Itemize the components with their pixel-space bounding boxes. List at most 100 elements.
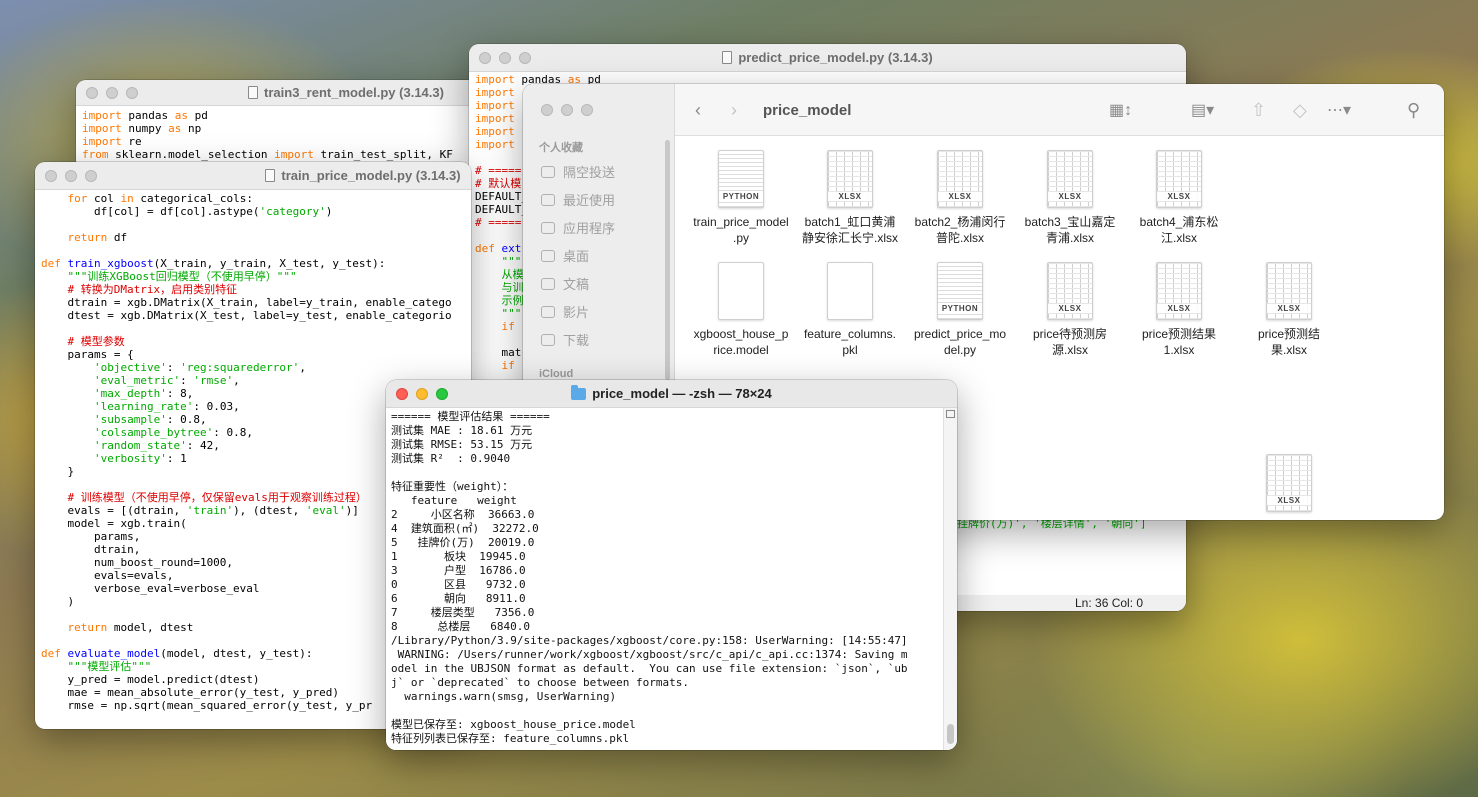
file-item[interactable]: XLSX price预测结 果.xlsx <box>1234 262 1344 358</box>
minimize-button[interactable] <box>65 169 77 182</box>
zoom-button[interactable] <box>85 169 97 182</box>
code-token: model, dtest <box>107 621 194 634</box>
group-icon[interactable]: ▤▾ <box>1191 84 1214 136</box>
code-token: : 8, <box>166 387 194 400</box>
close-button[interactable] <box>479 51 491 64</box>
file-item[interactable]: PYTHON predict_price_mo del.py <box>905 262 1015 358</box>
code-token: ext <box>501 242 522 255</box>
forward-icon[interactable]: › <box>731 84 737 136</box>
sidebar-item[interactable]: 桌面 <box>541 246 589 265</box>
file-item[interactable]: xgboost_house_p rice.model <box>686 262 796 358</box>
close-button[interactable] <box>86 86 98 99</box>
file-item[interactable]: XLSX batch3_宝山嘉定 青浦.xlsx <box>1015 150 1125 246</box>
share-icon[interactable]: ⇧ <box>1251 84 1266 136</box>
close-button[interactable] <box>541 104 553 116</box>
predict-editor-titlebar[interactable]: predict_price_model.py (3.14.3) <box>469 44 1186 72</box>
rent-editor-window[interactable]: train3_rent_model.py (3.14.3) import pan… <box>76 80 496 170</box>
code-token: 示例 <box>501 294 524 307</box>
rent-editor-titlebar[interactable]: train3_rent_model.py (3.14.3) <box>76 80 496 106</box>
code-token: , <box>299 361 306 374</box>
file-name: xgboost_house_p rice.model <box>693 327 789 357</box>
code-token: import <box>82 109 122 122</box>
minimize-button[interactable] <box>561 104 573 116</box>
file-item[interactable]: XLSX price预测结果 1.xlsx <box>1124 262 1234 358</box>
sidebar-item[interactable]: 影片 <box>541 302 589 321</box>
spreadsheet-file-icon: XLSX <box>1156 262 1202 320</box>
terminal-scrollbar[interactable] <box>943 408 957 750</box>
more-icon[interactable]: ⋯▾ <box>1327 84 1351 136</box>
terminal-title-text: price_model — -zsh — 78×24 <box>592 386 772 401</box>
close-button[interactable] <box>45 169 57 182</box>
code-token: } <box>41 465 75 478</box>
back-icon[interactable]: ‹ <box>695 84 701 136</box>
minimize-button[interactable] <box>499 51 511 64</box>
code-token: 'category' <box>259 205 326 218</box>
file-type-tag: XLSX <box>1267 496 1311 505</box>
minimize-button[interactable] <box>416 387 428 400</box>
file-item[interactable]: XLSX batch2_杨浦闵行 普陀.xlsx <box>905 150 1015 246</box>
price-editor-title-text: train_price_model.py (3.14.3) <box>281 168 461 183</box>
file-item[interactable]: XLSX batch1_虹口黄浦 静安徐汇长宁.xlsx <box>795 150 905 246</box>
tag-icon[interactable]: ◇ <box>1293 84 1307 136</box>
zoom-button[interactable] <box>581 104 593 116</box>
file-item[interactable]: XLSX price待预测房 源.xlsx <box>1015 262 1125 358</box>
sidebar-item[interactable]: 下载 <box>541 330 589 349</box>
sidebar-item[interactable]: 最近使用 <box>541 190 615 209</box>
scroll-thumb[interactable] <box>947 724 954 744</box>
rent-editor-code[interactable]: import pandas as pd import numpy as np imp… <box>76 109 496 170</box>
zoom-button[interactable] <box>519 51 531 64</box>
terminal-window[interactable]: price_model — -zsh — 78×24 ====== 模型评估结果… <box>386 380 957 750</box>
view-grid-icon[interactable]: ▦↕ <box>1109 84 1132 136</box>
zoom-button[interactable] <box>436 387 448 400</box>
code-token: 'eval' <box>305 504 346 517</box>
code-token: 'learning_rate' <box>93 400 194 413</box>
file-name: batch3_宝山嘉定 青浦.xlsx <box>1024 215 1116 245</box>
close-button[interactable] <box>396 387 408 400</box>
sidebar-item[interactable]: 隔空投送 <box>541 162 615 181</box>
terminal-output[interactable]: ====== 模型评估结果 ====== 测试集 MAE : 18.61 万元 … <box>386 408 943 750</box>
sidebar-item[interactable]: 文稿 <box>541 274 589 293</box>
sidebar-scrollbar[interactable] <box>665 140 670 380</box>
spreadsheet-file-icon: XLSX <box>1047 262 1093 320</box>
code-token: ) <box>41 595 75 608</box>
sidebar-heading-icloud: iCloud <box>539 368 574 380</box>
file-item[interactable]: feature_columns. pkl <box>795 262 905 358</box>
code-token: def <box>41 257 61 270</box>
window-title: train3_rent_model.py (3.14.3) <box>248 85 444 100</box>
file-item[interactable]: PYTHON train_price_model .py <box>686 150 796 246</box>
sidebar-item-label: 下载 <box>563 333 590 348</box>
code-token: categorical_cols: <box>133 192 253 205</box>
code-token: # 转换为DMatrix，启用类别特征 <box>67 283 238 296</box>
sidebar-item-icon <box>541 221 555 234</box>
file-item[interactable]: XLSX batch4_浦东松 江.xlsx <box>1124 150 1234 246</box>
sidebar-item[interactable]: 应用程序 <box>541 218 615 237</box>
code-token: import <box>475 125 515 138</box>
sidebar-item-label: 隔空投送 <box>563 165 616 180</box>
zoom-button[interactable] <box>126 86 138 99</box>
code-token: 'colsample_bytree' <box>93 426 214 439</box>
code-token: def <box>41 647 61 660</box>
terminal-titlebar[interactable]: price_model — -zsh — 78×24 <box>386 380 957 408</box>
search-icon[interactable]: ⚲ <box>1407 84 1420 136</box>
window-controls <box>541 104 593 116</box>
price-editor-titlebar[interactable]: train_price_model.py (3.14.3) <box>35 162 471 190</box>
code-token: DEFAULT_ <box>475 190 528 203</box>
code-line: import numpy as np <box>82 122 496 135</box>
document-icon <box>722 51 733 64</box>
code-token: import <box>82 122 122 135</box>
code-line: # 转换为DMatrix，启用类别特征 <box>41 283 471 296</box>
code-line: df[col] = df[col].astype('category') <box>41 205 471 218</box>
code-token: re <box>121 135 142 148</box>
code-token: np <box>181 122 202 135</box>
code-token: DEFAULT_ <box>475 203 528 216</box>
minimize-button[interactable] <box>106 86 118 99</box>
file-item[interactable]: XLSX <box>1234 454 1344 518</box>
code-token: col <box>87 192 121 205</box>
scroll-up-icon[interactable] <box>946 410 955 418</box>
sidebar-item-label: 应用程序 <box>563 221 616 236</box>
